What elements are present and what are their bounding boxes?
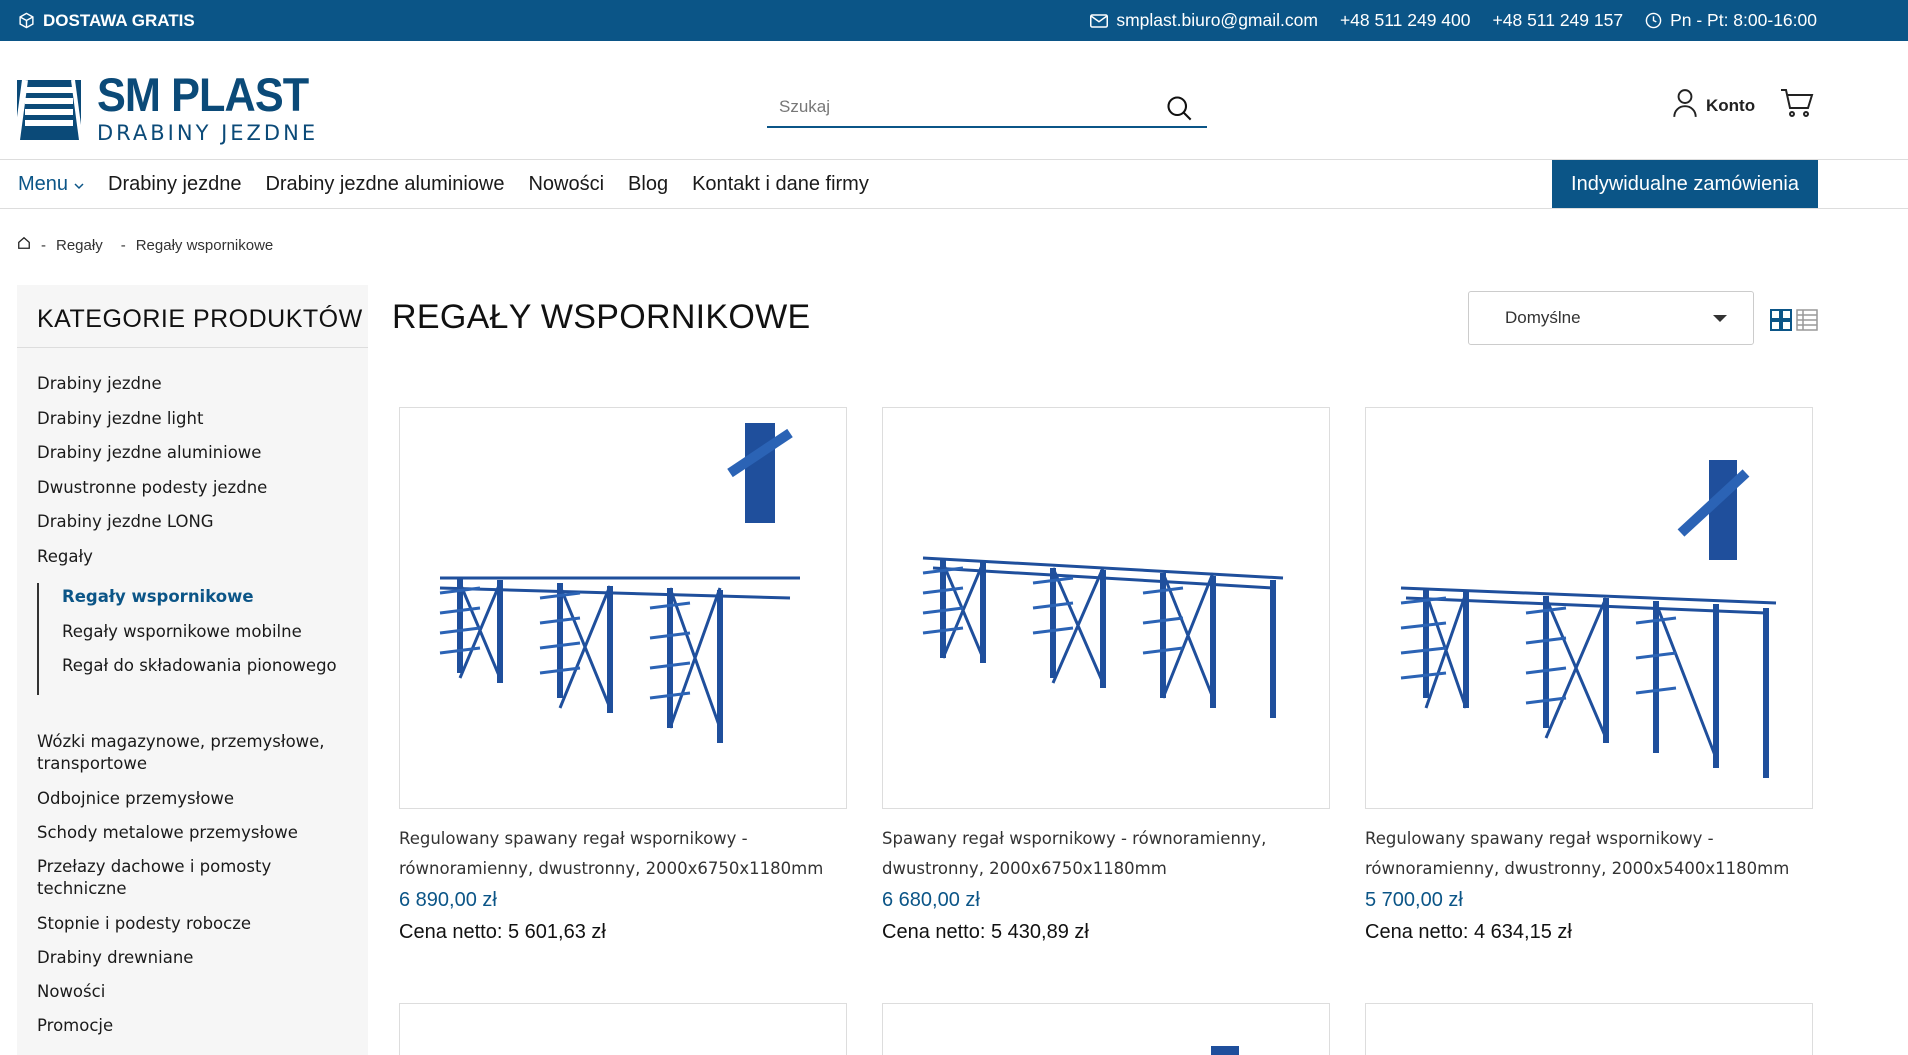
free-shipping-notice: DOSTAWA GRATIS [18, 0, 195, 41]
subcategory-indicator [37, 583, 39, 695]
sidebar-item-drabiny-long[interactable]: Drabiny jezdne LONG [37, 511, 347, 533]
rack-product-image [922, 556, 1284, 718]
rack-product-image [439, 423, 800, 743]
sidebar-subitem-regaly-mobilne[interactable]: Regały wspornikowe mobilne [62, 621, 342, 643]
phone-text-1: +48 511 249 400 [1339, 10, 1471, 30]
sidebar-item-drabiny-jezdne[interactable]: Drabiny jezdne [37, 373, 347, 395]
sidebar-item-dwustronne-podesty[interactable]: Dwustronne podesty jezdne [37, 477, 347, 499]
phone-link-2[interactable]: +48 511 249 157 [1493, 10, 1624, 31]
nav-link-blog[interactable]: Blog [628, 173, 668, 196]
menu-label: Menu [18, 172, 69, 195]
list-view-icon[interactable] [1796, 309, 1818, 335]
product-price: 6 890,00 zł [399, 889, 497, 911]
user-icon [1672, 88, 1698, 123]
product-image[interactable] [882, 407, 1330, 809]
sidebar-item-wozki[interactable]: Wózki magazynowe, przemysłowe, transport… [37, 731, 347, 775]
breadcrumb-separator: - [120, 236, 126, 254]
brand-tagline: DRABINY JEZDNE [97, 121, 319, 145]
sidebar-item-odbojnice[interactable]: Odbojnice przemysłowe [37, 788, 347, 810]
rack-product-image [1400, 460, 1777, 778]
product-image[interactable] [1365, 1003, 1813, 1055]
phone-text-2: +48 511 249 157 [1492, 10, 1624, 30]
ladder-logo-icon [17, 79, 81, 141]
category-sidebar: KATEGORIE PRODUKTÓW Drabiny jezdne Drabi… [17, 285, 368, 1055]
sidebar-subitem-regaly-wspornikowe[interactable]: Regały wspornikowe [62, 586, 342, 608]
phone-link-1[interactable]: +48 511 249 400 [1340, 10, 1471, 31]
product-name[interactable]: Regulowany spawany regał wspornikowy - r… [399, 824, 839, 884]
nav-link-nowosci[interactable]: Nowości [528, 173, 604, 196]
sidebar-item-drabiny-light[interactable]: Drabiny jezdne light [37, 408, 347, 430]
custom-orders-button[interactable]: Indywidualne zamówienia [1552, 160, 1818, 208]
product-net-price: Cena netto: 5 430,89 zł [882, 921, 1089, 943]
sidebar-divider [17, 347, 368, 348]
sidebar-item-drabiny-aluminiowe[interactable]: Drabiny jezdne aluminiowe [37, 442, 347, 464]
caret-down-icon [1713, 315, 1727, 322]
product-name[interactable]: Regulowany spawany regał wspornikowy - r… [1365, 824, 1805, 884]
hours-text: Pn - Pt: 8:00-16:00 [1670, 10, 1817, 30]
cart-icon [1780, 89, 1814, 122]
search-input[interactable] [767, 90, 1147, 124]
product-image[interactable] [1365, 407, 1813, 809]
box-icon [18, 12, 35, 29]
breadcrumb-separator: - [41, 236, 46, 254]
sidebar-subitem-regal-pionowy[interactable]: Regał do składowania pionowego [62, 655, 342, 677]
free-shipping-label: DOSTAWA GRATIS [43, 10, 195, 30]
account-label: Konto [1706, 95, 1756, 115]
product-name[interactable]: Spawany regał wspornikowy - równoramienn… [882, 824, 1322, 884]
rack-product-image [1211, 1046, 1239, 1055]
chevron-down-icon [74, 173, 84, 196]
sidebar-item-drabiny-drewniane[interactable]: Drabiny drewniane [37, 947, 347, 969]
clock-icon [1645, 12, 1662, 29]
cart-button[interactable] [1780, 88, 1814, 122]
nav-link-drabiny-jezdne[interactable]: Drabiny jezdne [108, 173, 241, 196]
sidebar-item-przelazy[interactable]: Przełazy dachowe i pomosty techniczne [37, 856, 347, 900]
email-text: smplast.biuro@gmail.com [1116, 10, 1318, 30]
breadcrumb-current: Regały wspornikowe [135, 236, 274, 254]
product-net-price: Cena netto: 4 634,15 zł [1365, 921, 1572, 943]
product-image[interactable] [399, 1003, 847, 1055]
sort-select[interactable]: Domyślne [1468, 291, 1754, 345]
page-title: REGAŁY WSPORNIKOWE [392, 298, 811, 336]
product-image[interactable] [882, 1003, 1330, 1055]
sort-value: Domyślne [1505, 308, 1581, 327]
sidebar-item-nowosci[interactable]: Nowości [37, 981, 347, 1003]
mail-icon [1090, 13, 1109, 28]
main-nav: Menu Drabiny jezdne Drabiny jezdne alumi… [0, 159, 1908, 209]
search-icon[interactable] [1165, 94, 1193, 126]
breadcrumb: - Regały - Regały wspornikowe [17, 236, 273, 254]
product-image[interactable] [399, 407, 847, 809]
brand-name: SM PLAST [97, 68, 309, 121]
sidebar-item-regaly[interactable]: Regały [37, 546, 347, 568]
product-price: 5 700,00 zł [1365, 889, 1463, 911]
sidebar-item-stopnie[interactable]: Stopnie i podesty robocze [37, 913, 347, 935]
product-net-price: Cena netto: 5 601,63 zł [399, 921, 606, 943]
nav-link-drabiny-aluminiowe[interactable]: Drabiny jezdne aluminiowe [265, 173, 504, 196]
menu-dropdown[interactable]: Menu [18, 173, 84, 196]
account-link[interactable]: Konto [1672, 88, 1755, 123]
product-price: 6 680,00 zł [882, 889, 980, 911]
site-logo[interactable]: SM PLAST DRABINY JEZDNE [17, 71, 327, 145]
nav-link-kontakt[interactable]: Kontakt i dane firmy [692, 173, 869, 196]
top-bar: DOSTAWA GRATIS smplast.biuro@gmail.com +… [0, 0, 1908, 41]
grid-view-icon[interactable] [1770, 309, 1792, 335]
breadcrumb-regaly[interactable]: Regały [56, 237, 103, 254]
sidebar-title: KATEGORIE PRODUKTÓW [37, 305, 363, 333]
search-bar [767, 90, 1207, 128]
sidebar-item-schody[interactable]: Schody metalowe przemysłowe [37, 822, 347, 844]
opening-hours: Pn - Pt: 8:00-16:00 [1645, 10, 1817, 31]
sidebar-item-promocje[interactable]: Promocje [37, 1015, 347, 1037]
home-icon[interactable] [17, 236, 31, 254]
email-link[interactable]: smplast.biuro@gmail.com [1090, 10, 1318, 31]
